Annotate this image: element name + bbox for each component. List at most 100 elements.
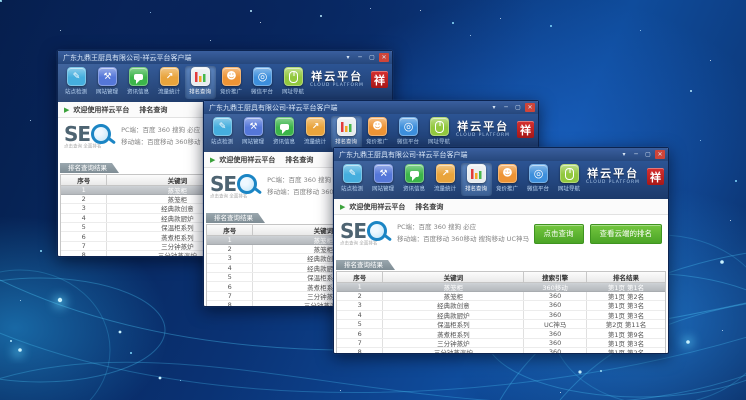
skin-icon[interactable]: ▾ [343,53,353,62]
toolbar-item[interactable]: 站点检测 [61,66,92,99]
news-info-icon [129,67,148,86]
toolbar-items: 站点检测 网站管理 资讯信息 流量统计 排名查询 [61,66,309,99]
cell-engine: 360 [524,329,587,337]
main-toolbar: 站点检测 网站管理 资讯信息 流量统计 排名查询 [58,64,392,102]
skin-icon[interactable]: ▾ [619,150,629,159]
toolbar-item[interactable]: 网站管理 [238,116,269,149]
close-icon[interactable]: ✕ [525,103,535,112]
minimize-icon[interactable]: ─ [355,53,365,62]
toolbar-item-label: 微信平台 [527,184,549,192]
brand-seal-logo: 祥 [371,71,388,88]
maximize-icon[interactable]: ▢ [643,150,653,159]
cell-rank: 第2页 第11名 [587,320,665,328]
bidding-promo-icon [368,117,387,136]
toolbar-item[interactable]: 流量统计 [300,116,331,149]
toolbar-item[interactable]: 微信平台 [523,163,554,196]
toolbar-item[interactable]: 微信平台 [247,66,278,99]
toolbar-item-label: 网站管理 [372,184,394,192]
cell-keyword: 蒸煮柜系列 [383,329,524,337]
toolbar-item-label: 网址导航 [428,137,450,145]
maximize-icon[interactable]: ▢ [367,53,377,62]
toolbar-item[interactable]: 资讯信息 [269,116,300,149]
toolbar-item[interactable]: 网址导航 [554,163,585,196]
toolbar-item[interactable]: 竞价推广 [362,116,393,149]
close-icon[interactable]: ✕ [379,53,389,62]
table-row[interactable]: 8 三分钟蒸汽炉 360 第1页 第2名 [337,348,665,354]
toolbar-item-label: 微信平台 [251,87,273,95]
toolbar-item[interactable]: 网站管理 [368,163,399,196]
toolbar-item-label: 排名查询 [335,137,357,145]
seo-logo: SE 点击查询 全面排名 [340,221,387,247]
cell-rank: 第1页 第3名 [587,339,665,347]
brand-subtitle: CLOUD PLATFORM [310,83,364,88]
toolbar-item[interactable]: 资讯信息 [123,66,154,99]
toolbar-item-label: 流量统计 [304,137,326,145]
brand-name: 祥云平台 [311,71,363,82]
toolbar-item[interactable]: 流量统计 [430,163,461,196]
toolbar-item[interactable]: 排名查询 [331,116,362,149]
app-window: 广东九鼎王厨具有限公司-祥云平台客户端 ▾ ─ ▢ ✕ 站点检测 网站管理 [333,147,669,354]
table-body: 1 蒸笼柜 360移动 第1页 第1名 2 蒸笼柜 360 第1页 第2名 3 … [337,283,665,355]
toolbar-item[interactable]: 流量统计 [154,66,185,99]
cell-rank: 第1页 第1名 [587,283,665,291]
table-header: 序号 关键词 搜索引擎 排名结果 [337,272,665,283]
toolbar-item[interactable]: 排名查询 [185,66,216,99]
query-button[interactable]: 点击查询 [534,224,584,244]
cell-no: 2 [337,292,383,300]
skin-icon[interactable]: ▾ [489,103,499,112]
table-row[interactable]: 7 三分钟蒸炉 360 第1页 第3名 [337,339,665,348]
engine-list-mobile: 移动端：百度移动 360移动 搜狗移动 UC神马 [397,234,529,245]
table-row[interactable]: 1 蒸笼柜 360移动 第1页 第1名 [337,283,665,292]
toolbar-item[interactable]: 微信平台 [393,116,424,149]
toolbar-item[interactable]: 排名查询 [461,163,492,196]
cell-engine: 360移动 [524,283,587,291]
table-row[interactable]: 6 蒸煮柜系列 360 第1页 第9名 [337,329,665,338]
toolbar-item-label: 站点检测 [65,87,87,95]
cell-keyword: 三分钟蒸炉 [383,339,524,347]
cell-no: 6 [61,232,107,240]
site-manage-icon [374,164,393,183]
toolbar-item[interactable]: 网址导航 [278,66,309,99]
table-row[interactable]: 3 经典款创意 360 第1页 第3名 [337,301,665,310]
cell-keyword: 经典款创意 [383,301,524,309]
cell-no: 4 [207,264,253,272]
minimize-icon[interactable]: ─ [501,103,511,112]
table-row[interactable]: 4 经典款厨炉 360 第1页 第3名 [337,311,665,320]
table-row[interactable]: 5 保温柜系列 UC神马 第2页 第11名 [337,320,665,329]
toolbar-item-label: 竞价推广 [496,184,518,192]
results-tab[interactable]: 排名查询结果 [60,163,119,173]
toolbar-item[interactable]: 网站管理 [92,66,123,99]
window-controls: ▾ ─ ▢ ✕ [343,53,389,62]
results-tab[interactable]: 排名查询结果 [336,260,395,270]
seo-logo: SE 点击查询 全面排名 [210,174,257,200]
maximize-icon[interactable]: ▢ [513,103,523,112]
cell-no: 8 [337,348,383,354]
minimize-icon[interactable]: ─ [631,150,641,159]
toolbar-item-label: 排名查询 [189,87,211,95]
cell-no: 2 [61,195,107,203]
close-icon[interactable]: ✕ [655,150,665,159]
toolbar-item[interactable]: 资讯信息 [399,163,430,196]
col-header-rank: 排名结果 [587,272,665,282]
table-row[interactable]: 2 蒸笼柜 360 第1页 第2名 [337,292,665,301]
traffic-stats-icon [436,164,455,183]
toolbar-item-label: 竞价推广 [220,87,242,95]
results-tab[interactable]: 排名查询结果 [206,213,265,223]
cell-keyword: 蒸笼柜 [383,292,524,300]
cloud-ranking-button[interactable]: 查看云端的排名 [590,224,663,244]
toolbar-item[interactable]: 站点检测 [337,163,368,196]
results-section: 排名查询结果 序号 关键词 搜索引擎 排名结果 1 蒸笼柜 360移动 第1页 … [336,252,666,354]
site-check-icon [67,67,86,86]
cell-engine: 360 [524,292,587,300]
toolbar-item[interactable]: 竞价推广 [216,66,247,99]
cell-rank: 第1页 第9名 [587,329,665,337]
toolbar-item-label: 资讯信息 [273,137,295,145]
col-header-no: 序号 [337,272,383,282]
seo-logo: SE 点击查询 全面排名 [64,124,111,150]
toolbar-item[interactable]: 网址导航 [424,116,455,149]
cell-no: 1 [207,236,253,244]
cell-no: 1 [337,283,383,291]
cell-no: 5 [207,273,253,281]
toolbar-item[interactable]: 竞价推广 [492,163,523,196]
toolbar-item[interactable]: 站点检测 [207,116,238,149]
